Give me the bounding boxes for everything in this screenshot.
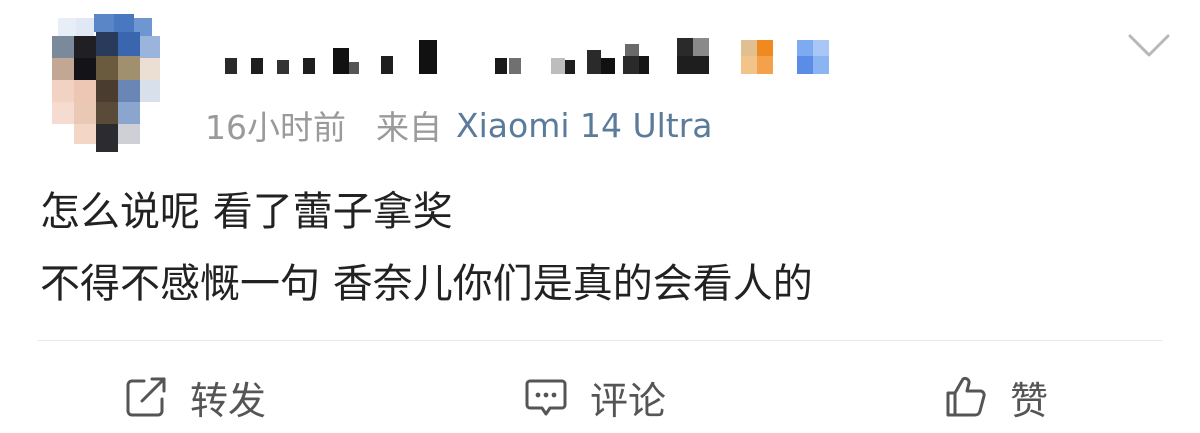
comment-icon [522, 373, 570, 421]
like-button[interactable]: 赞 [942, 364, 1048, 430]
content-line: 不得不感慨一句 香奈儿你们是真的会看人的 [40, 261, 813, 307]
content-line: 怎么说呢 看了蕾子拿奖 [40, 189, 453, 235]
avatar[interactable] [38, 14, 178, 154]
post-time: 16小时前 [205, 108, 346, 147]
action-bar: 转发 评论 赞 [0, 364, 1200, 430]
source-prefix: 来自 [376, 108, 442, 147]
thumbs-up-icon [942, 373, 990, 421]
chevron-down-icon[interactable] [1126, 22, 1172, 68]
like-label: 赞 [1010, 378, 1049, 423]
share-icon [122, 373, 170, 421]
post-meta: 16小时前 来自 Xiaomi 14 Ultra [205, 100, 713, 150]
repost-button[interactable]: 转发 [122, 364, 266, 430]
post-content: 怎么说呢 看了蕾子拿奖 不得不感慨一句 香奈儿你们是真的会看人的 [40, 176, 1160, 320]
comment-button[interactable]: 评论 [522, 364, 666, 430]
username-mosaic[interactable] [205, 34, 865, 86]
device-link[interactable]: Xiaomi 14 Ultra [456, 106, 713, 145]
comment-label: 评论 [590, 378, 667, 423]
repost-label: 转发 [190, 378, 267, 423]
divider [38, 340, 1162, 341]
weibo-post-card: 16小时前 来自 Xiaomi 14 Ultra 怎么说呢 看了蕾子拿奖 不得不… [0, 0, 1200, 433]
